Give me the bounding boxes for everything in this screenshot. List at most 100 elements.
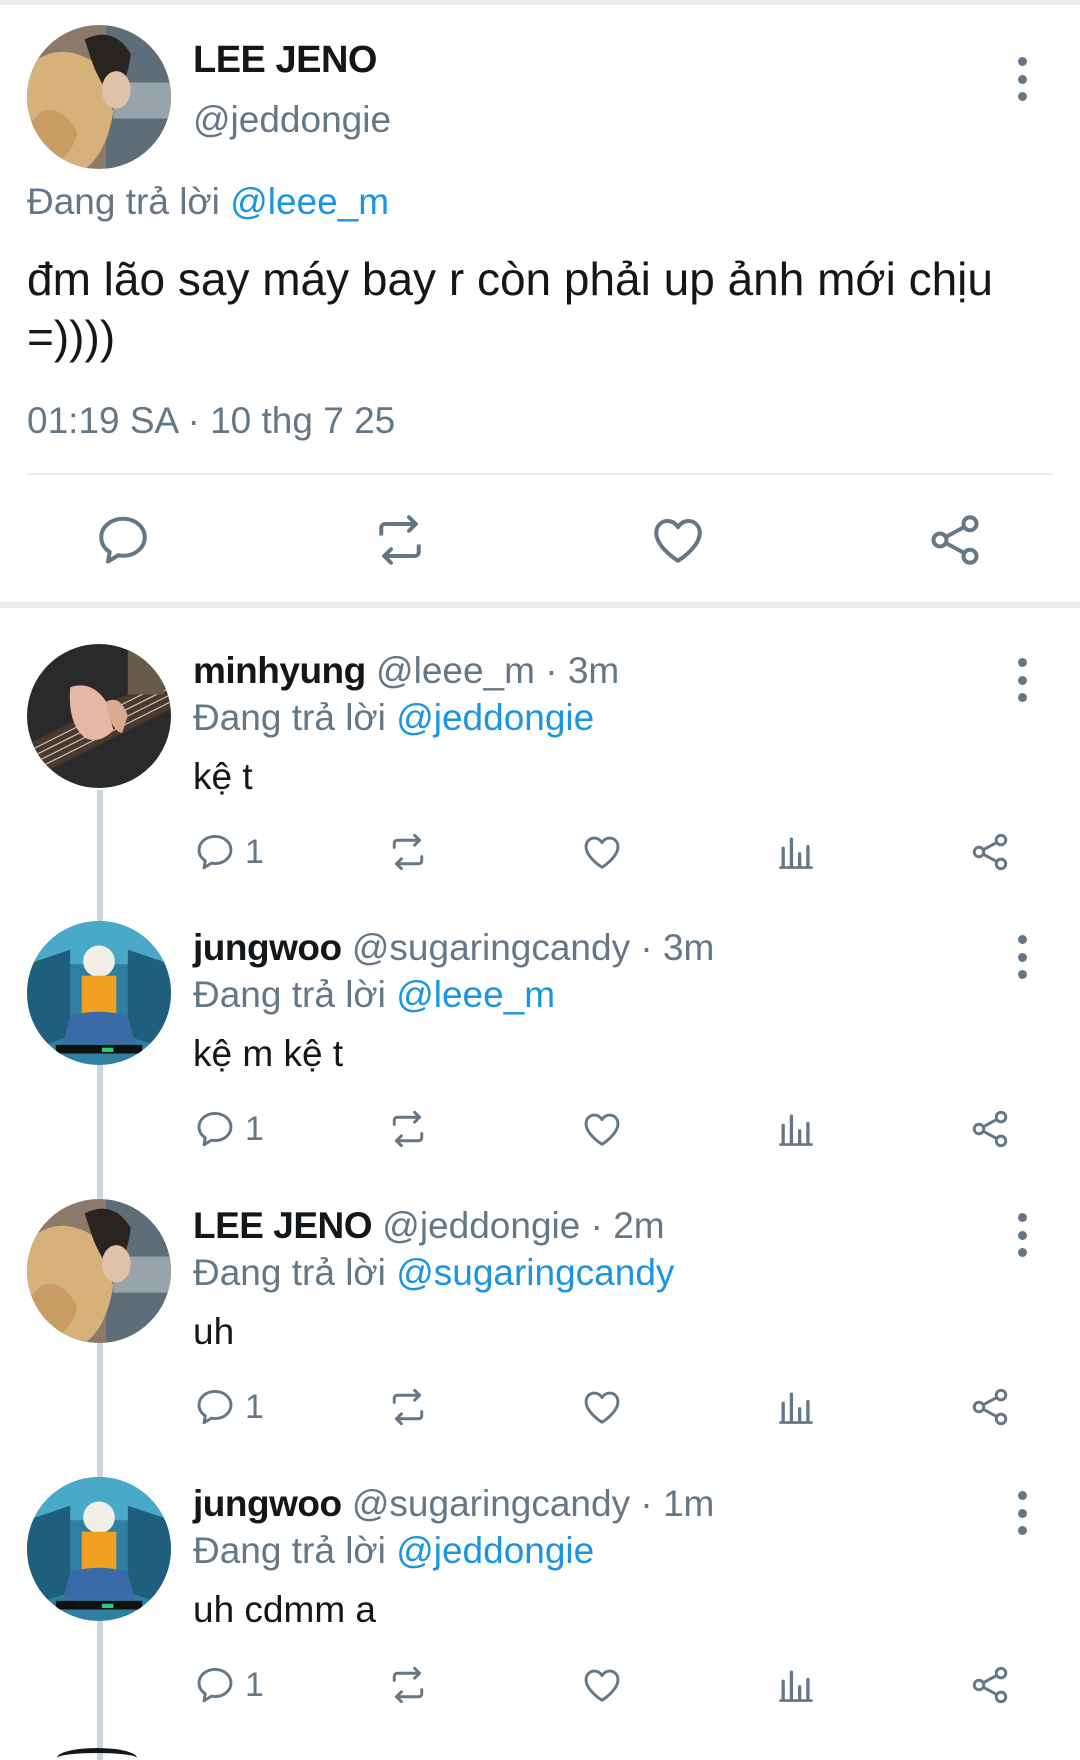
avatar[interactable] (27, 25, 171, 169)
like-icon (580, 1663, 624, 1707)
section-divider (0, 602, 1080, 608)
divider (27, 473, 1053, 475)
avatar-jeno-icon (27, 25, 171, 169)
share-icon (968, 1663, 1012, 1707)
author-name[interactable]: minhyung (193, 650, 366, 691)
reply-button[interactable] (93, 510, 153, 570)
tweet-actions (0, 510, 1080, 580)
like-button[interactable] (580, 1104, 624, 1154)
reply-header: minhyung @leee_m · 3m (193, 650, 619, 692)
stats-button[interactable] (774, 1660, 818, 1710)
share-button[interactable] (968, 1104, 1012, 1154)
replying-to: Đang trả lời @jeddongie (193, 1530, 594, 1572)
share-button[interactable] (925, 510, 985, 570)
retweet-button[interactable] (386, 1104, 430, 1154)
reply-tweet[interactable]: minhyung @leee_m · 3m Đang trả lời @jedd… (0, 644, 1080, 920)
share-button[interactable] (968, 1382, 1012, 1432)
avatar[interactable] (27, 1477, 171, 1621)
like-icon (580, 1107, 624, 1151)
replying-prefix: Đang trả lời (193, 1530, 386, 1571)
main-tweet: LEE JENO @jeddongie Đang trả lời @leee_m… (0, 5, 1080, 605)
reply-tweet[interactable]: LEE JENO @jeddongie · 2m Đang trả lời @s… (0, 1199, 1080, 1475)
reply-actions: 1 (0, 1104, 1080, 1154)
stats-button[interactable] (774, 1104, 818, 1154)
author-name[interactable]: LEE JENO (193, 1205, 373, 1246)
reply-button[interactable]: 1 (193, 827, 264, 877)
reply-actions: 1 (0, 1382, 1080, 1432)
reply-actions: 1 (0, 1660, 1080, 1710)
replying-to: Đang trả lời @sugaringcandy (193, 1252, 674, 1294)
reply-count: 1 (245, 1665, 264, 1704)
reply-button[interactable]: 1 (193, 1660, 264, 1710)
like-button[interactable] (580, 827, 624, 877)
stats-icon (774, 1107, 818, 1151)
reply-button[interactable]: 1 (193, 1382, 264, 1432)
share-button[interactable] (968, 1660, 1012, 1710)
retweet-button[interactable] (370, 510, 430, 570)
retweet-icon (386, 830, 430, 874)
stats-icon (774, 830, 818, 874)
reply-count: 1 (245, 832, 264, 871)
retweet-icon (386, 1107, 430, 1151)
author-meta: @leee_m · 3m (376, 650, 620, 691)
stats-button[interactable] (774, 1382, 818, 1432)
reply-header: jungwoo @sugaringcandy · 3m (193, 927, 714, 969)
avatar[interactable] (27, 1199, 171, 1343)
reply-button[interactable]: 1 (193, 1104, 264, 1154)
stats-button[interactable] (774, 827, 818, 877)
avatar[interactable] (27, 644, 171, 788)
author-name[interactable]: LEE JENO (193, 39, 377, 82)
tweet-text: đm lão say máy bay r còn phải up ảnh mới… (27, 253, 993, 363)
like-button[interactable] (580, 1382, 624, 1432)
replying-mention-link[interactable]: @jeddongie (396, 1530, 594, 1571)
share-icon (968, 830, 1012, 874)
stats-icon (774, 1385, 818, 1429)
reply-text: kệ t (193, 756, 253, 797)
author-meta: @sugaringcandy · 1m (351, 1483, 715, 1524)
share-button[interactable] (968, 827, 1012, 877)
avatar-jungwoo-icon (27, 921, 171, 1065)
author-name[interactable]: jungwoo (193, 927, 342, 968)
reply-header: LEE JENO @jeddongie · 2m (193, 1205, 665, 1247)
retweet-button[interactable] (386, 1382, 430, 1432)
replying-mention-link[interactable]: @sugaringcandy (396, 1252, 674, 1293)
more-options-icon[interactable] (1012, 1209, 1032, 1261)
reply-tweet[interactable]: jungwoo @sugaringcandy · 1m Đang trả lời… (0, 1477, 1080, 1753)
tweet-timestamp: 01:19 SA · 10 thg 7 25 (27, 400, 396, 441)
reply-tweet[interactable]: jungwoo @sugaringcandy · 3m Đang trả lời… (0, 921, 1080, 1197)
more-options-icon[interactable] (1012, 1487, 1032, 1539)
share-icon (968, 1107, 1012, 1151)
retweet-button[interactable] (386, 827, 430, 877)
share-icon (968, 1385, 1012, 1429)
reply-text: uh (193, 1311, 235, 1352)
replying-mention-link[interactable]: @leee_m (396, 974, 555, 1015)
reply-header: jungwoo @sugaringcandy · 1m (193, 1483, 714, 1525)
more-options-icon[interactable] (1012, 53, 1032, 105)
like-icon (580, 1385, 624, 1429)
replying-prefix: Đang trả lời (27, 181, 220, 222)
avatar-jeno-icon (27, 1199, 171, 1343)
author-handle[interactable]: @jeddongie (193, 99, 391, 141)
author-meta: @sugaringcandy · 3m (351, 927, 715, 968)
retweet-button[interactable] (386, 1660, 430, 1710)
share-icon (925, 510, 985, 570)
author-name[interactable]: jungwoo (193, 1483, 342, 1524)
reply-icon (193, 1663, 237, 1707)
like-button[interactable] (648, 510, 708, 570)
like-button[interactable] (580, 1660, 624, 1710)
reply-icon (93, 510, 153, 570)
replying-to: Đang trả lời @leee_m (193, 974, 555, 1016)
more-options-icon[interactable] (1012, 931, 1032, 983)
replying-mention-link[interactable]: @jeddongie (396, 697, 594, 738)
reply-icon (193, 830, 237, 874)
retweet-icon (370, 510, 430, 570)
more-options-icon[interactable] (1012, 654, 1032, 706)
replying-to: Đang trả lời @jeddongie (193, 697, 594, 739)
retweet-icon (386, 1663, 430, 1707)
replying-mention-link[interactable]: @leee_m (230, 181, 389, 222)
reply-text: uh cdmm a (193, 1589, 377, 1630)
avatar[interactable] (27, 921, 171, 1065)
reply-actions: 1 (0, 827, 1080, 877)
replying-to: Đang trả lời @leee_m (27, 181, 389, 223)
stats-icon (774, 1663, 818, 1707)
